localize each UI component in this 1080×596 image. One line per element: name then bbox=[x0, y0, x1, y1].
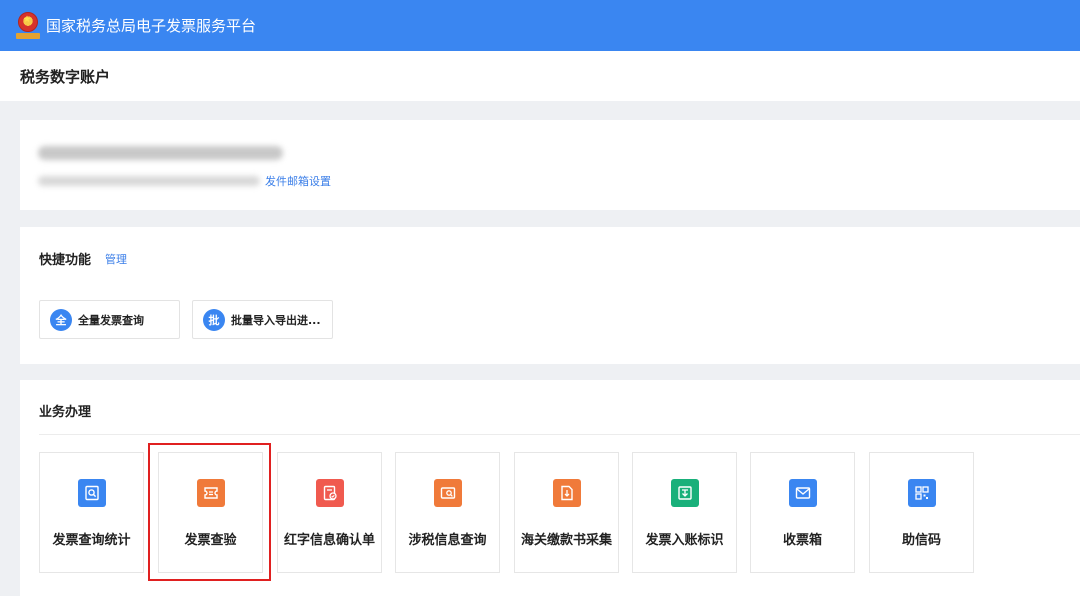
tile-label: 海关缴款书采集 bbox=[520, 533, 612, 548]
tile-label: 发票入账标识 bbox=[645, 533, 724, 548]
top-header-bar: ★ 国家税务总局电子发票服务平台 bbox=[0, 0, 1080, 51]
redacted-user-name bbox=[38, 146, 283, 160]
red-letter-confirm-icon bbox=[316, 479, 344, 507]
quick-badge-icon: 全 bbox=[50, 308, 72, 331]
national-tax-emblem-icon: ★ bbox=[16, 11, 40, 40]
tile-label: 红字信息确认单 bbox=[283, 533, 375, 548]
redacted-user-detail bbox=[38, 176, 260, 186]
tile-red-letter-confirmation[interactable]: 红字信息确认单 bbox=[277, 452, 382, 573]
tile-invoice-query-stats[interactable]: 发票查询统计 bbox=[39, 452, 144, 573]
quick-full-invoice-query-button[interactable]: 全 全量发票查询 bbox=[39, 300, 180, 339]
manage-link[interactable]: 管理 bbox=[105, 251, 127, 267]
quick-badge-icon: 批 bbox=[203, 308, 225, 331]
tile-customs-payment-collection[interactable]: 海关缴款书采集 bbox=[514, 452, 619, 573]
tile-label: 涉税信息查询 bbox=[408, 533, 487, 548]
section-divider bbox=[39, 434, 1080, 435]
quick-functions-title: 快捷功能 bbox=[39, 253, 92, 268]
qr-code-icon bbox=[908, 479, 936, 507]
tile-invoice-verification[interactable]: 发票查验 bbox=[158, 452, 263, 573]
business-card: 业务办理 发票查询统计 发票查验 红字信息确认单 涉税信息查询 海关缴款书采集 bbox=[20, 380, 1080, 596]
platform-title: 国家税务总局电子发票服务平台 bbox=[46, 17, 257, 35]
invoice-verify-icon bbox=[197, 479, 225, 507]
page-header: 税务数字账户 bbox=[0, 51, 1080, 101]
quick-item-label: 批量导入导出进... bbox=[231, 313, 321, 327]
tile-label: 助信码 bbox=[901, 533, 941, 548]
tile-label: 发票查验 bbox=[184, 533, 237, 548]
customs-payment-icon bbox=[553, 479, 581, 507]
tile-help-code[interactable]: 助信码 bbox=[869, 452, 974, 573]
tile-tax-info-query[interactable]: 涉税信息查询 bbox=[395, 452, 500, 573]
user-info-card: 发件邮箱设置 bbox=[20, 120, 1080, 210]
email-settings-link[interactable]: 发件邮箱设置 bbox=[265, 173, 331, 189]
quick-item-label: 全量发票查询 bbox=[78, 313, 144, 327]
tile-invoice-posting-mark[interactable]: 发票入账标识 bbox=[632, 452, 737, 573]
business-title: 业务办理 bbox=[39, 405, 92, 420]
tile-inbox[interactable]: 收票箱 bbox=[750, 452, 855, 573]
invoice-search-icon bbox=[78, 479, 106, 507]
quick-batch-import-export-button[interactable]: 批 批量导入导出进... bbox=[192, 300, 333, 339]
inbox-envelope-icon bbox=[789, 479, 817, 507]
tile-label: 发票查询统计 bbox=[52, 533, 131, 548]
quick-functions-card: 快捷功能 管理 全 全量发票查询 批 批量导入导出进... bbox=[20, 227, 1080, 364]
page-title: 税务数字账户 bbox=[20, 67, 111, 86]
tile-label: 收票箱 bbox=[782, 533, 822, 548]
tax-info-query-icon bbox=[434, 479, 462, 507]
invoice-posting-icon bbox=[671, 479, 699, 507]
